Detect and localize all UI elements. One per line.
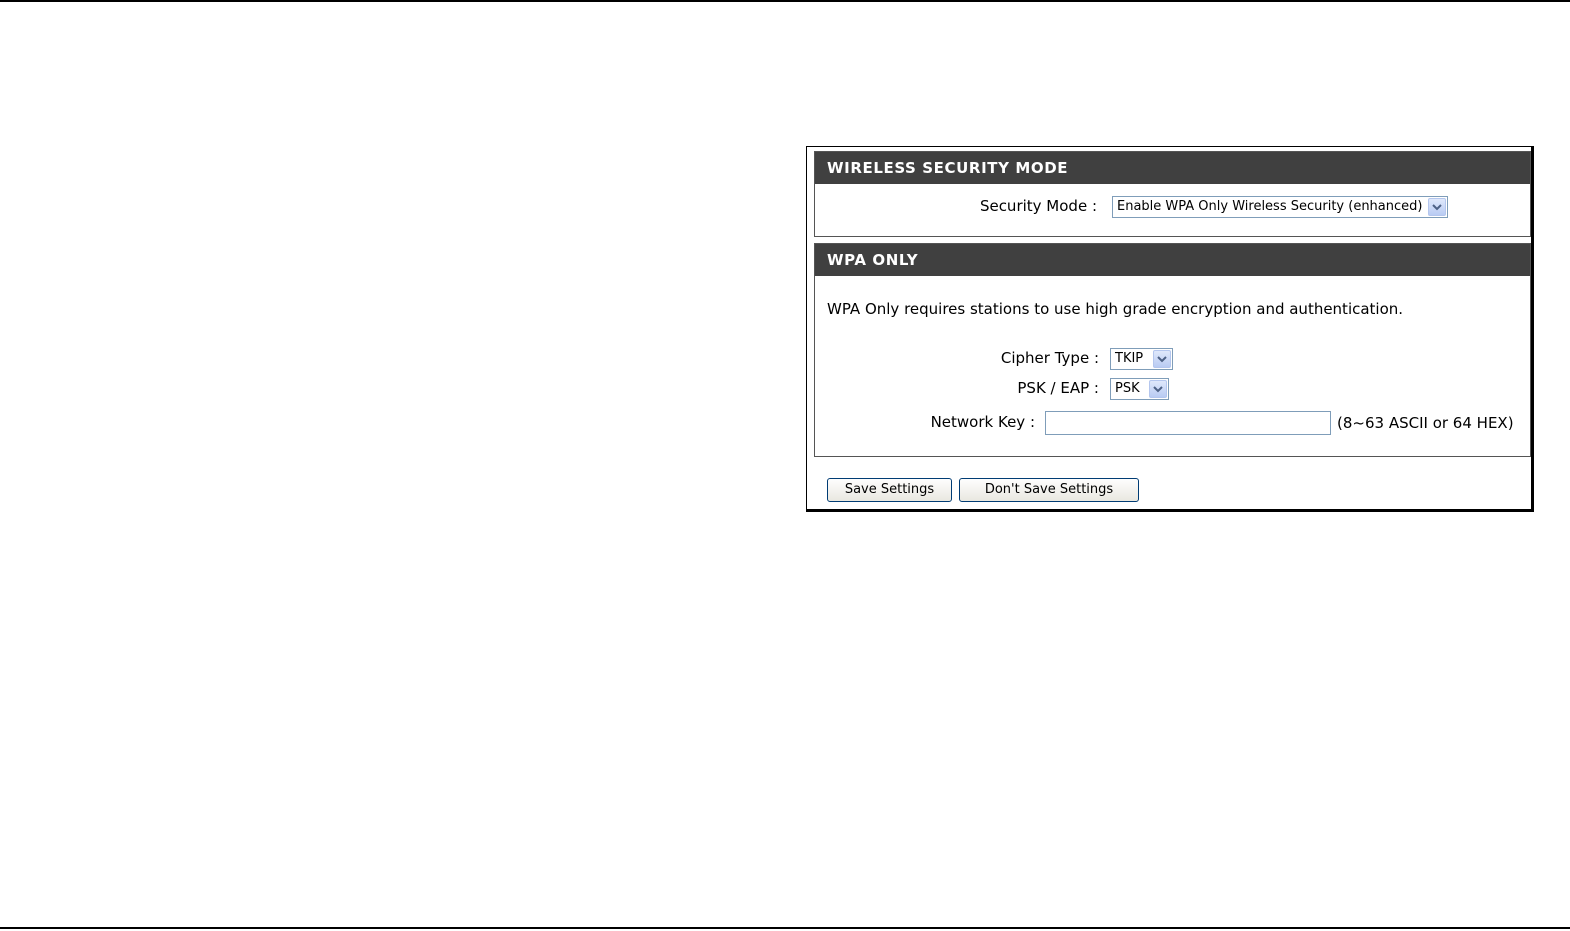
wpa-only-panel: WPA ONLY WPA Only requires stations to u…: [814, 243, 1531, 457]
network-key-hint: (8~63 ASCII or 64 HEX): [1337, 414, 1514, 432]
router-settings-screenshot: WIRELESS SECURITY MODE Security Mode : E…: [806, 146, 1534, 512]
security-mode-selected-value: Enable WPA Only Wireless Security (enhan…: [1117, 199, 1423, 214]
chevron-down-icon[interactable]: [1153, 350, 1171, 368]
bottom-divider: [0, 927, 1570, 929]
security-mode-select[interactable]: Enable WPA Only Wireless Security (enhan…: [1112, 196, 1448, 218]
psk-eap-label: PSK / EAP :: [1017, 379, 1099, 397]
network-key-input[interactable]: [1045, 411, 1331, 435]
document-page: WIRELESS SECURITY MODE Security Mode : E…: [0, 0, 1570, 931]
chevron-down-icon[interactable]: [1428, 198, 1446, 216]
psk-eap-select[interactable]: PSK: [1110, 378, 1169, 400]
network-key-label: Network Key :: [930, 413, 1035, 431]
chevron-down-icon[interactable]: [1149, 380, 1167, 398]
top-divider: [0, 0, 1570, 2]
wpa-only-description: WPA Only requires stations to use high g…: [827, 300, 1404, 318]
wpa-only-header: WPA ONLY: [815, 244, 1530, 276]
dont-save-settings-button[interactable]: Don't Save Settings: [959, 478, 1139, 502]
psk-eap-selected-value: PSK: [1115, 381, 1140, 396]
cipher-type-label: Cipher Type :: [1000, 349, 1099, 367]
wireless-security-mode-panel: WIRELESS SECURITY MODE Security Mode : E…: [814, 151, 1531, 237]
save-settings-button[interactable]: Save Settings: [827, 478, 952, 502]
cipher-type-selected-value: TKIP: [1115, 351, 1144, 366]
wireless-security-mode-header: WIRELESS SECURITY MODE: [815, 152, 1530, 184]
cipher-type-select[interactable]: TKIP: [1110, 348, 1173, 370]
security-mode-label: Security Mode :: [979, 197, 1097, 215]
